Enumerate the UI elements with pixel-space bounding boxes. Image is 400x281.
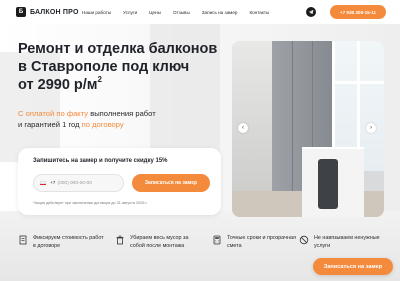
page-title: Ремонт и отделка балконов в Ставрополе п… (18, 40, 228, 94)
calculator-icon (213, 235, 221, 245)
slider-next-arrow[interactable]: › (366, 123, 376, 133)
floating-booking-button[interactable]: Записаться на замер (313, 258, 393, 275)
subtitle-accent-contract: по договору (81, 120, 124, 129)
promo-note: *Акция действует при заключении договора… (33, 201, 148, 205)
feature-item: Точные сроки и прозрачная смета (212, 234, 299, 260)
phone-code: +7 (50, 180, 56, 186)
phone-placeholder: (000) 000-00-00 (57, 180, 92, 186)
feature-item: Фиксируем стоимость работ в договоре (18, 234, 105, 260)
site-header: Б БАЛКОН ПРО Наши работы Услуги Цены Отз… (0, 0, 400, 24)
document-icon (19, 235, 27, 245)
booking-form-card: Запишитесь на замер и получите скидку 15… (18, 148, 221, 215)
feature-text: Не навязываем ненужные услуги (314, 235, 380, 249)
main-nav: Наши работы Услуги Цены Отзывы Запись на… (82, 10, 281, 15)
feature-text: Фиксируем стоимость работ в договоре (33, 235, 104, 249)
nav-item-works[interactable]: Наши работы (82, 10, 111, 15)
feature-item: Убираем весь мусор за собой после монтаж… (115, 234, 202, 260)
title-line-3: от 2990 р/м2 (18, 76, 228, 94)
hero-subtitle: С оплатой по факту выполнения работ и га… (18, 108, 228, 130)
logo-mark: Б (16, 7, 26, 17)
feature-text: Точные сроки и прозрачная смета (227, 235, 296, 249)
subtitle-text-1: выполнения работ (88, 109, 156, 118)
feature-item: Не навязываем ненужные услуги (299, 234, 386, 260)
title-line-2: в Ставрополе под ключ (18, 59, 190, 75)
balcony-photo-slider[interactable] (232, 41, 384, 217)
features-row: Фиксируем стоимость работ в договоре Уби… (18, 234, 388, 260)
subtitle-accent-payment: С оплатой по факту (18, 109, 89, 118)
form-submit-button[interactable]: Записаться на замер (132, 174, 210, 192)
trash-icon (116, 235, 124, 245)
phone-input[interactable]: +7 (000) 000-00-00 (33, 174, 124, 192)
nav-item-booking[interactable]: Запись на замер (202, 10, 238, 15)
title-superscript: 2 (97, 75, 102, 84)
form-title: Запишитесь на замер и получите скидку 15… (33, 158, 168, 164)
nav-item-prices[interactable]: Цены (149, 10, 161, 15)
title-line-1: Ремонт и отделка балконов (18, 41, 218, 57)
logo-text: БАЛКОН ПРО (30, 8, 79, 16)
russia-flag-icon (40, 180, 46, 186)
nav-item-services[interactable]: Услуги (123, 10, 137, 15)
nav-item-contacts[interactable]: Контакты (249, 10, 269, 15)
logo[interactable]: Б БАЛКОН ПРО (16, 7, 79, 17)
feature-text: Убираем весь мусор за собой после монтаж… (130, 235, 189, 249)
subtitle-text-2: и гарантией 1 год (18, 120, 82, 129)
telegram-icon[interactable] (306, 7, 316, 17)
phone-button[interactable]: +7 938 309-15-11 (330, 5, 386, 19)
no-upsell-icon (299, 235, 309, 245)
slider-prev-arrow[interactable]: ‹ (238, 123, 248, 133)
nav-item-reviews[interactable]: Отзывы (173, 10, 190, 15)
title-price: от 2990 р/м (18, 77, 98, 93)
